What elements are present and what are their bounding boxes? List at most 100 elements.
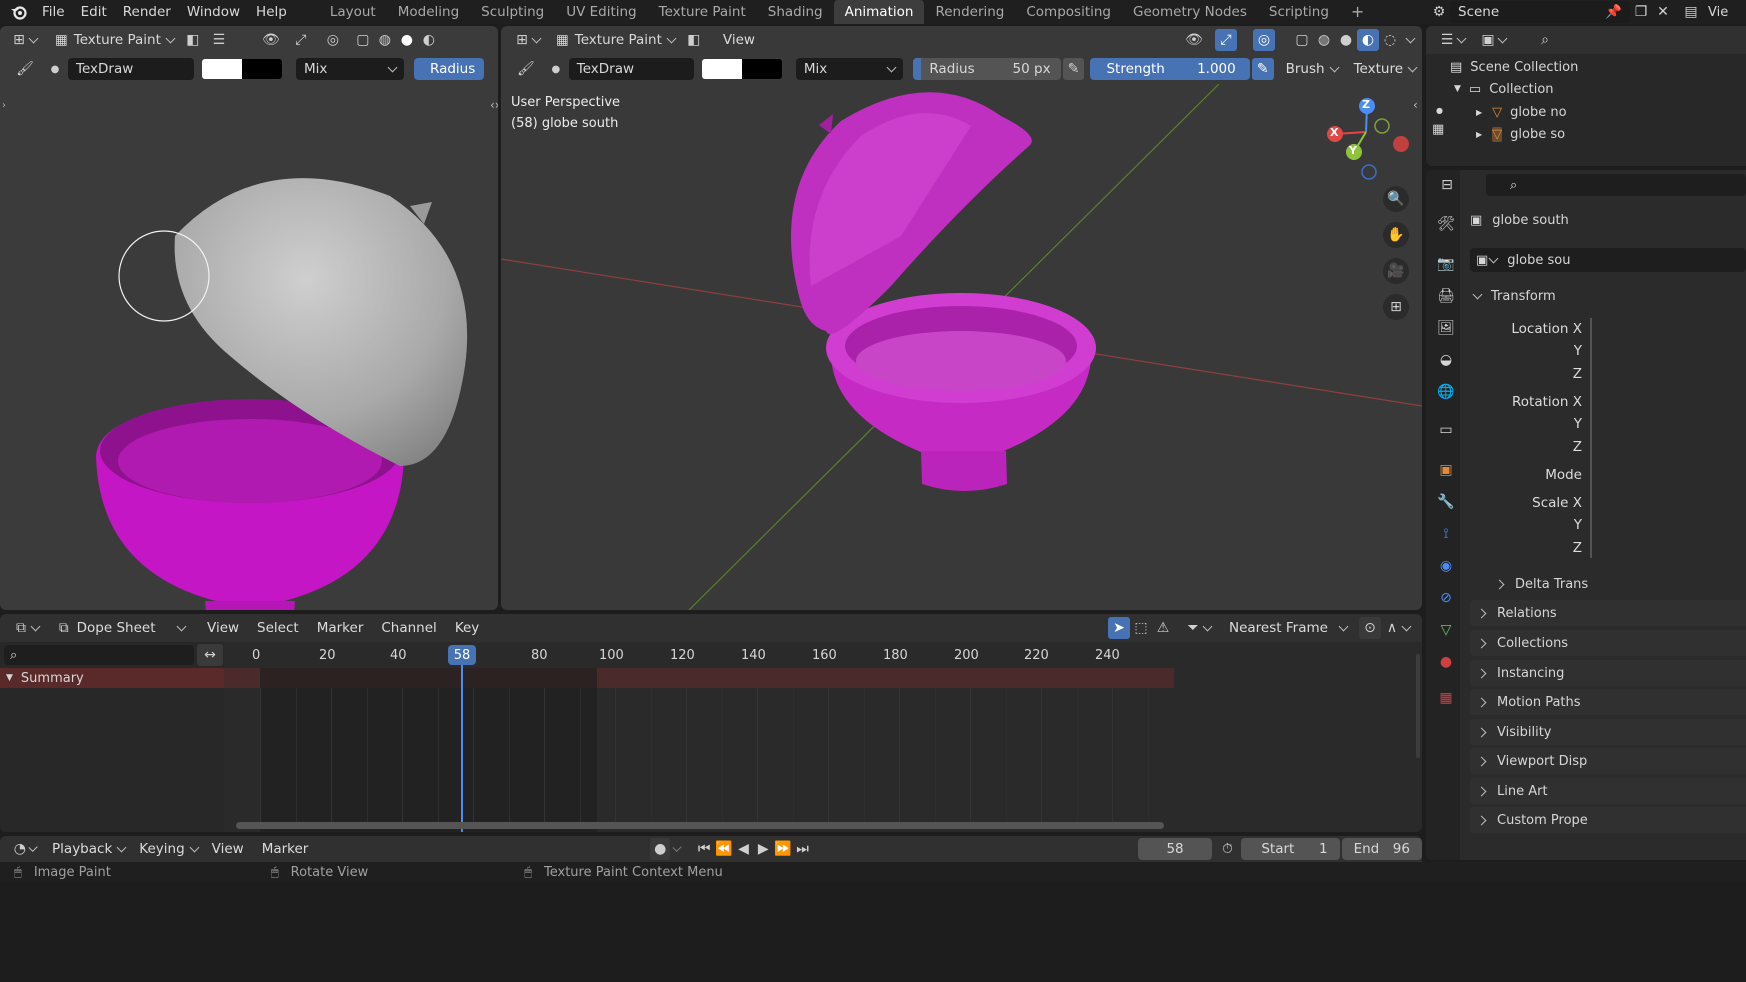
gizmo-toggle-icon[interactable]: ⤢ — [1215, 29, 1237, 51]
primary-color-swatch[interactable] — [702, 59, 743, 79]
expand-triangle-icon[interactable]: ▼ — [6, 673, 13, 683]
view-menu[interactable]: View — [717, 29, 761, 51]
tab-uv-editing[interactable]: UV Editing — [555, 0, 647, 24]
menu-window[interactable]: Window — [179, 0, 248, 24]
particles-tab-icon[interactable]: ⟟ — [1436, 524, 1456, 544]
menu-playback[interactable]: Playback — [46, 838, 131, 860]
texture-menu[interactable]: Texture — [1348, 58, 1422, 80]
outliner-item[interactable]: ▶ ▽ globe so — [1476, 123, 1565, 145]
rendered-shading-icon[interactable]: ◌ — [1379, 29, 1401, 51]
properties-search[interactable]: ⌕ — [1486, 174, 1746, 196]
panel-custom-properties[interactable]: Custom Prope — [1470, 807, 1746, 833]
paint-mask-icon[interactable]: ◧ — [182, 29, 204, 51]
tool-tab-icon[interactable]: 🛠 — [1436, 214, 1456, 234]
wireframe-shading-icon[interactable]: ◍ — [374, 29, 396, 51]
overlay-icon[interactable]: ◎ — [322, 29, 344, 51]
chevron-down-icon[interactable] — [1405, 33, 1416, 43]
collection-tab-icon[interactable]: ▭ — [1436, 420, 1456, 440]
visibility-icon[interactable]: 👁 — [1183, 29, 1205, 51]
menu-view[interactable]: View — [206, 838, 250, 860]
menu-select[interactable]: Select — [251, 617, 305, 639]
menu-marker[interactable]: Marker — [311, 617, 370, 639]
blend-mode-select[interactable]: Mix — [296, 58, 404, 80]
tab-scripting[interactable]: Scripting — [1258, 0, 1340, 24]
zoom-icon[interactable]: 🔍 — [1383, 186, 1409, 212]
checker-icon[interactable]: ▦ — [1432, 122, 1444, 137]
brush-icon[interactable]: 🖌 — [14, 58, 36, 80]
show-hidden-icon[interactable]: ⬚ — [1130, 617, 1152, 639]
texture-icon[interactable]: ● — [545, 58, 567, 80]
tab-layout[interactable]: Layout — [319, 0, 387, 24]
dope-sheet[interactable]: ⧉ ⧉ Dope Sheet View Select Marker Channe… — [0, 614, 1422, 832]
data-tab-icon[interactable]: ▽ — [1436, 620, 1456, 640]
radius-field[interactable]: Radius — [414, 58, 484, 80]
swap-arrows-icon[interactable]: ↔ — [197, 644, 223, 666]
jump-start-icon[interactable]: ⏮ — [694, 838, 714, 860]
secondary-color-swatch[interactable] — [742, 59, 782, 79]
scene-selector[interactable]: Scene 📌 — [1450, 1, 1630, 23]
tab-compositing[interactable]: Compositing — [1015, 0, 1122, 24]
mode-selector[interactable]: ▦ Texture Paint — [548, 29, 683, 51]
paint-mask-icon[interactable]: ◧ — [683, 29, 705, 51]
object-tab-icon[interactable]: ▣ — [1436, 460, 1456, 480]
editor-type-icon[interactable]: ☰ — [1436, 29, 1458, 51]
menu-key[interactable]: Key — [449, 617, 485, 639]
panel-viewport-display[interactable]: Viewport Disp — [1470, 748, 1746, 774]
menu-edit[interactable]: Edit — [73, 0, 115, 24]
output-tab-icon[interactable]: 🖨 — [1436, 286, 1456, 306]
view-layer-name[interactable]: Vie — [1708, 5, 1728, 20]
left-viewport[interactable]: ⊞ ▦ Texture Paint ◧ ☰ 👁 ⤢ ◎ ▢ ◍ ● ◐ 🖌 ● … — [0, 26, 498, 610]
channel-search[interactable]: ⌕ — [4, 645, 194, 665]
new-scene-icon[interactable]: ❐ — [1630, 1, 1652, 23]
material-tab-icon[interactable]: ● — [1436, 652, 1456, 672]
view-layer-tab-icon[interactable]: 🖼 — [1436, 318, 1456, 338]
dope-sheet-timeline[interactable]: 0 20 40 80 100 120 140 160 180 200 220 2… — [224, 642, 1174, 832]
panel-visibility[interactable]: Visibility — [1470, 719, 1746, 745]
tab-rendering[interactable]: Rendering — [924, 0, 1015, 24]
play-icon[interactable]: ▶ — [753, 838, 773, 860]
expand-triangle-icon[interactable]: ▶ — [1476, 130, 1482, 139]
physics-tab-icon[interactable]: ◉ — [1436, 556, 1456, 576]
wireframe-shading-icon[interactable]: ◍ — [1313, 29, 1335, 51]
world-tab-icon[interactable]: 🌐 — [1436, 382, 1456, 402]
texture-tab-icon[interactable]: ▦ — [1436, 688, 1456, 708]
strength-field[interactable]: Strength 1.000 — [1090, 58, 1250, 80]
camera-icon[interactable]: 🎥 — [1383, 258, 1409, 284]
dope-sheet-mode-select[interactable]: ⧉ Dope Sheet — [53, 617, 191, 639]
panel-motion-paths[interactable]: Motion Paths — [1470, 689, 1746, 715]
brush-name-field[interactable]: TexDraw — [568, 58, 695, 80]
secondary-color-swatch[interactable] — [242, 59, 282, 79]
texture-icon[interactable]: ● — [44, 58, 66, 80]
view-layer-icon[interactable]: ▤ — [1680, 1, 1702, 23]
menu-help[interactable]: Help — [248, 0, 295, 24]
expand-triangle-icon[interactable]: ▶ — [1476, 108, 1482, 117]
constraints-tab-icon[interactable]: ⊘ — [1436, 588, 1456, 608]
add-workspace-button[interactable]: + — [1340, 0, 1375, 24]
material-shading-icon[interactable]: ◐ — [1357, 29, 1379, 51]
proportional-edit-icon[interactable]: ⊙ — [1359, 617, 1381, 639]
scene-icon[interactable]: ⚙ — [1428, 1, 1450, 23]
outliner-collection[interactable]: ▼ ▭ Collection — [1454, 78, 1554, 100]
visibility-icon[interactable]: 👁 — [260, 29, 282, 51]
pressure-icon[interactable]: ✎ — [1251, 58, 1274, 80]
delete-scene-icon[interactable]: ✕ — [1652, 1, 1674, 23]
blender-logo-icon[interactable] — [8, 1, 30, 23]
tab-modeling[interactable]: Modeling — [387, 0, 470, 24]
tab-shading[interactable]: Shading — [757, 0, 834, 24]
horizontal-scrollbar[interactable] — [236, 822, 1164, 829]
summary-channel[interactable]: ▼ Summary — [0, 668, 224, 688]
vertical-scrollbar[interactable] — [1416, 654, 1420, 758]
outliner[interactable]: ☰ ▣ ⌕ ▤ Scene Collection ▼ ▭ Collection … — [1426, 26, 1746, 166]
properties-editor[interactable]: ⊟ ⌕ 🛠 📷 🖨 🖼 ◒ 🌐 ▭ ▣ 🔧 ⟟ ◉ ⊘ ▽ ● ▦ ▣ glob… — [1426, 170, 1746, 860]
record-icon[interactable]: ● — [650, 838, 671, 860]
panel-instancing[interactable]: Instancing — [1470, 660, 1746, 686]
playhead-frame-box[interactable]: 58 — [448, 645, 476, 665]
object-datablock-field[interactable]: ▣ globe sou — [1470, 248, 1746, 272]
xray-icon[interactable]: ▢ — [352, 29, 374, 51]
delta-transform-header[interactable]: Delta Trans — [1494, 572, 1588, 596]
outliner-scene-collection[interactable]: ▤ Scene Collection — [1450, 56, 1578, 78]
only-selected-icon[interactable]: ➤ — [1108, 617, 1130, 639]
ortho-grid-icon[interactable]: ⊞ — [1383, 294, 1409, 320]
primary-color-swatch[interactable] — [202, 59, 242, 79]
menu-channel[interactable]: Channel — [375, 617, 442, 639]
